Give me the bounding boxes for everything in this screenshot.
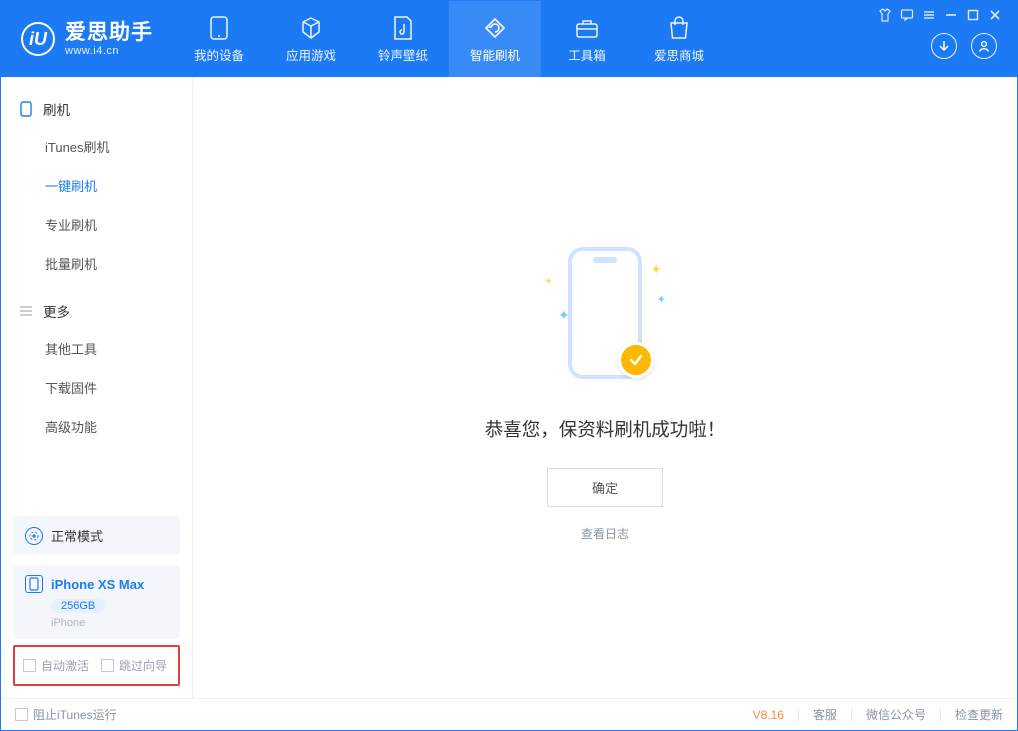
sidebar-section-more[interactable]: 更多 — [1, 293, 192, 329]
nav-label: 工具箱 — [568, 45, 606, 64]
checkbox-skip-guide[interactable]: 跳过向导 — [101, 657, 167, 674]
body-wrap: 刷机 iTunes刷机 一键刷机 专业刷机 批量刷机 更多 其他工具 下载固件 … — [1, 77, 1017, 698]
checkbox-label: 自动激活 — [41, 659, 89, 673]
section-label: 刷机 — [43, 99, 70, 119]
checkbox-icon — [23, 659, 36, 672]
success-illustration: ✦ ✦ ✦ ✦ — [530, 247, 680, 392]
device-card[interactable]: iPhone XS Max 256GB iPhone — [13, 565, 180, 639]
ok-button[interactable]: 确定 — [547, 468, 663, 507]
sparkle-icon: ✦ — [657, 293, 666, 306]
checkbox-highlight-box: 自动激活 跳过向导 — [13, 645, 180, 686]
sidebar-item-advanced[interactable]: 高级功能 — [1, 407, 192, 446]
section-label: 更多 — [43, 301, 70, 321]
sidebar-bottom: 正常模式 iPhone XS Max 256GB iPhone 自动激活 跳过向… — [1, 506, 192, 698]
nav-ringtone-wallpaper[interactable]: 铃声壁纸 — [357, 1, 449, 77]
success-block: ✦ ✦ ✦ ✦ 恭喜您，保资料刷机成功啦！ 确定 查看日志 — [485, 247, 726, 542]
brand-subtitle: www.i4.cn — [65, 45, 153, 58]
device-outline-icon — [19, 102, 33, 116]
separator — [940, 709, 941, 721]
checkbox-label: 跳过向导 — [119, 659, 167, 673]
titlebar-circle-buttons — [931, 25, 1011, 59]
window-controls — [875, 1, 1011, 25]
sidebar-scroll: 刷机 iTunes刷机 一键刷机 专业刷机 批量刷机 更多 其他工具 下载固件 … — [1, 77, 192, 506]
menu-icon[interactable] — [919, 5, 939, 25]
separator — [851, 709, 852, 721]
nav-smart-flash[interactable]: 智能刷机 — [449, 1, 541, 77]
checkbox-icon — [101, 659, 114, 672]
close-button[interactable] — [985, 5, 1005, 25]
nav-toolbox[interactable]: 工具箱 — [541, 1, 633, 77]
checkbox-icon — [15, 708, 28, 721]
top-nav: 我的设备 应用游戏 铃声壁纸 智能刷机 工具箱 爱思商城 — [173, 1, 725, 77]
sidebar: 刷机 iTunes刷机 一键刷机 专业刷机 批量刷机 更多 其他工具 下载固件 … — [1, 77, 193, 698]
statusbar-left: 阻止iTunes运行 — [15, 706, 117, 723]
sparkle-icon: ✦ — [558, 307, 570, 324]
success-title: 恭喜您，保资料刷机成功啦！ — [485, 416, 726, 442]
nav-label: 智能刷机 — [470, 45, 520, 64]
device-sub: iPhone — [51, 617, 168, 629]
titlebar: iU 爱思助手 www.i4.cn 我的设备 应用游戏 铃声壁纸 智能刷机 工具… — [1, 1, 1017, 77]
checkbox-block-itunes[interactable]: 阻止iTunes运行 — [15, 706, 117, 723]
cube-icon — [298, 15, 324, 41]
check-circle-icon — [618, 342, 654, 378]
brand: iU 爱思助手 www.i4.cn — [1, 1, 173, 77]
sidebar-item-pro-flash[interactable]: 专业刷机 — [1, 205, 192, 244]
nav-app-games[interactable]: 应用游戏 — [265, 1, 357, 77]
list-icon — [19, 304, 33, 318]
mode-normal-icon — [25, 527, 43, 545]
sidebar-item-itunes-flash[interactable]: iTunes刷机 — [1, 127, 192, 166]
statusbar-right: V8.16 客服 微信公众号 检查更新 — [753, 706, 1003, 723]
sync-icon — [482, 15, 508, 41]
link-wechat[interactable]: 微信公众号 — [866, 706, 926, 723]
separator — [798, 709, 799, 721]
checkbox-auto-activate[interactable]: 自动激活 — [23, 657, 89, 674]
sparkle-icon: ✦ — [650, 261, 662, 278]
feedback-icon[interactable] — [897, 5, 917, 25]
nav-label: 爱思商城 — [654, 45, 704, 64]
sidebar-item-download-firmware[interactable]: 下载固件 — [1, 368, 192, 407]
maximize-button[interactable] — [963, 5, 983, 25]
checkbox-label: 阻止iTunes运行 — [33, 708, 117, 722]
main-area: ✦ ✦ ✦ ✦ 恭喜您，保资料刷机成功啦！ 确定 查看日志 — [193, 77, 1017, 698]
nav-label: 铃声壁纸 — [378, 45, 428, 64]
link-check-update[interactable]: 检查更新 — [955, 706, 1003, 723]
nav-label: 应用游戏 — [286, 45, 336, 64]
sidebar-item-other-tools[interactable]: 其他工具 — [1, 329, 192, 368]
brand-title: 爱思助手 — [65, 21, 153, 45]
nav-store[interactable]: 爱思商城 — [633, 1, 725, 77]
mode-label: 正常模式 — [51, 526, 103, 545]
sidebar-item-batch-flash[interactable]: 批量刷机 — [1, 244, 192, 283]
device-phone-icon — [25, 575, 43, 593]
minimize-button[interactable] — [941, 5, 961, 25]
bag-icon — [666, 15, 692, 41]
nav-my-device[interactable]: 我的设备 — [173, 1, 265, 77]
user-button[interactable] — [971, 33, 997, 59]
device-name: iPhone XS Max — [51, 577, 144, 592]
version-label: V8.16 — [753, 708, 784, 722]
statusbar: 阻止iTunes运行 V8.16 客服 微信公众号 检查更新 — [1, 698, 1017, 730]
titlebar-right — [875, 1, 1017, 77]
link-support[interactable]: 客服 — [813, 706, 837, 723]
sparkle-icon: ✦ — [544, 275, 553, 288]
mode-card[interactable]: 正常模式 — [13, 516, 180, 555]
capacity-badge: 256GB — [51, 599, 105, 613]
sidebar-section-flash[interactable]: 刷机 — [1, 91, 192, 127]
brand-text: 爱思助手 www.i4.cn — [65, 21, 153, 58]
skin-icon[interactable] — [875, 5, 895, 25]
brand-logo-icon: iU — [21, 22, 55, 56]
toolbox-icon — [574, 15, 600, 41]
view-log-link[interactable]: 查看日志 — [485, 525, 726, 542]
music-file-icon — [390, 15, 416, 41]
sidebar-item-oneclick-flash[interactable]: 一键刷机 — [1, 166, 192, 205]
phone-icon — [206, 15, 232, 41]
download-button[interactable] — [931, 33, 957, 59]
nav-label: 我的设备 — [194, 45, 244, 64]
